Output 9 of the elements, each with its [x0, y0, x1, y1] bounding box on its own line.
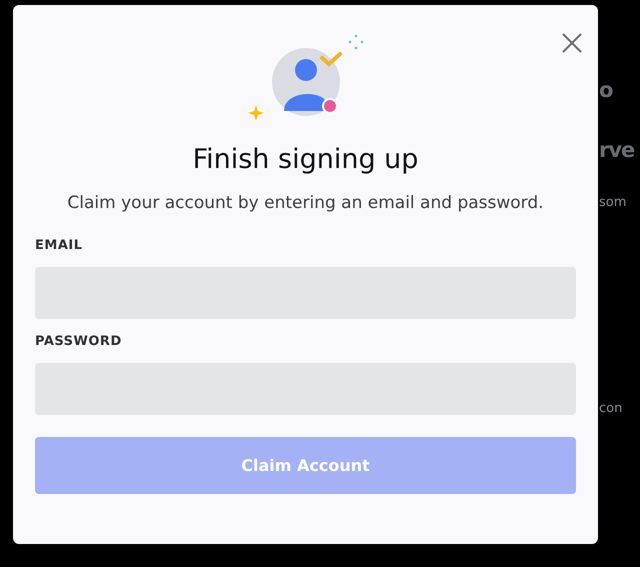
- field-label: PASSWORD: [35, 333, 123, 351]
- close-button[interactable]: [560, 31, 584, 55]
- background-text: som: [599, 194, 628, 212]
- field-label: EMAIL: [35, 237, 84, 255]
- background-text: con: [599, 400, 624, 418]
- background-text: rve: [599, 137, 634, 164]
- dialog-title: Finish signing up: [192, 143, 418, 177]
- background-text: o: [599, 77, 614, 104]
- dialog-subtitle: Claim your account by entering an email and password.: [67, 192, 544, 215]
